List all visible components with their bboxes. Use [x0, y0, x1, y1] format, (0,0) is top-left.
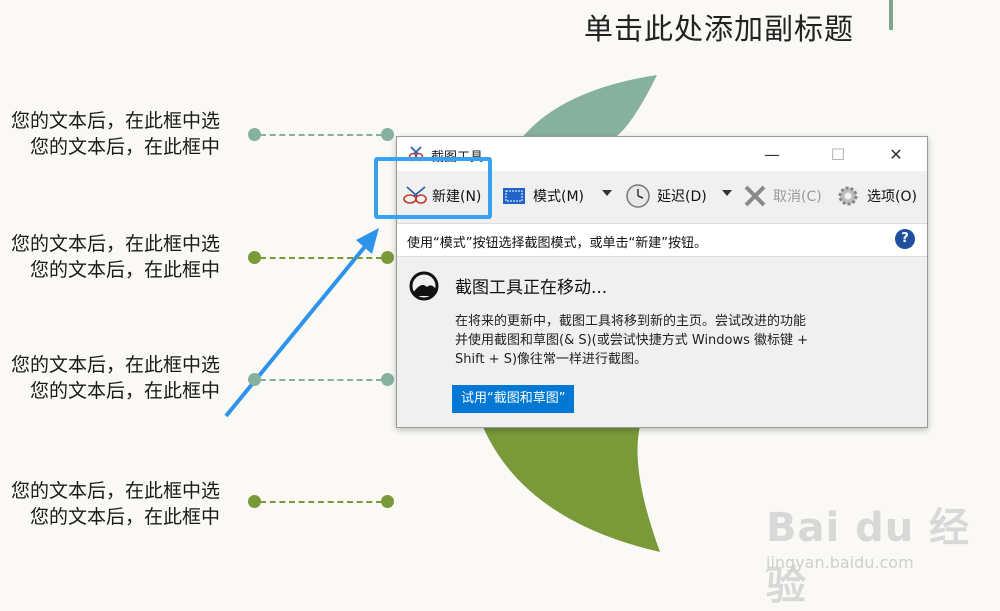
mode-button[interactable]: 模式(M)	[501, 177, 584, 215]
text-row-1-line2: 您的文本后，在此框中	[29, 136, 220, 158]
text-row-2-line2: 您的文本后，在此框中	[29, 259, 220, 281]
clock-icon	[626, 184, 650, 208]
connector-dot	[381, 373, 394, 386]
try-snip-sketch-button[interactable]: 试用“截图和草图”	[452, 385, 575, 413]
help-icon[interactable]: ?	[895, 229, 915, 249]
connector-line	[260, 501, 382, 503]
close-button[interactable]: ✕	[873, 137, 919, 171]
gear-icon	[838, 186, 858, 206]
mode-dropdown-arrow-icon[interactable]	[602, 190, 612, 196]
watermark-url: jingyan.baidu.com	[766, 553, 914, 572]
connector-line	[260, 257, 382, 259]
text-row-1[interactable]: 您的文本后，在此框中选 您的文本后，在此框中	[0, 108, 220, 160]
moving-desc-line3: Shift + S)像往常一样进行截图。	[455, 352, 648, 367]
text-row-2-line1: 您的文本后，在此框中选	[10, 233, 220, 255]
text-row-3-line2: 您的文本后，在此框中	[29, 380, 220, 402]
moving-description: 在将来的更新中，截图工具将移到新的主页。尝试改进的功能 并使用截图和草图(& S…	[455, 312, 885, 369]
delay-button[interactable]: 延迟(D)	[625, 177, 707, 215]
text-row-4-line2: 您的文本后，在此框中	[29, 506, 220, 528]
teal-leaf-shape	[520, 75, 657, 142]
options-label: 选项(O)	[867, 189, 917, 205]
options-button[interactable]: 选项(O)	[835, 177, 917, 215]
text-row-3-line1: 您的文本后，在此框中选	[10, 354, 220, 376]
connector-line	[260, 134, 382, 136]
rectangle-snip-icon	[503, 188, 525, 204]
olive-leaf-shape	[480, 420, 660, 552]
minimize-button[interactable]: —	[749, 137, 795, 171]
text-row-2[interactable]: 您的文本后，在此框中选 您的文本后，在此框中	[0, 231, 220, 283]
slide-subtitle[interactable]: 单击此处添加副标题	[584, 6, 854, 48]
title-accent-bar	[889, 0, 893, 30]
snip-sketch-icon	[409, 271, 439, 301]
info-text: 使用“模式”按钮选择截图模式，或单击“新建”按钮。	[407, 236, 707, 251]
moving-desc-line1: 在将来的更新中，截图工具将移到新的主页。尝试改进的功能	[455, 314, 807, 329]
moving-heading: 截图工具正在移动...	[455, 278, 608, 298]
cancel-button[interactable]: 取消(C)	[743, 177, 822, 215]
connector-dot	[381, 495, 394, 508]
cancel-label: 取消(C)	[773, 189, 822, 205]
text-row-4[interactable]: 您的文本后，在此框中选 您的文本后，在此框中	[0, 478, 220, 530]
connector-dot	[381, 128, 394, 141]
pointer-arrow-head	[356, 228, 379, 254]
moving-desc-line2: 并使用截图和草图(& S)(或尝试快捷方式 Windows 徽标键 +	[455, 333, 809, 348]
text-row-4-line1: 您的文本后，在此框中选	[10, 480, 220, 502]
delay-dropdown-arrow-icon[interactable]	[722, 190, 732, 196]
connector-dot	[381, 251, 394, 264]
cancel-x-icon	[744, 185, 766, 207]
maximize-button[interactable]: ☐	[815, 137, 861, 171]
new-button-highlight-box	[374, 157, 492, 219]
pointer-arrow-shaft	[224, 236, 374, 418]
connector-line	[260, 379, 382, 381]
delay-label: 延迟(D)	[657, 189, 707, 205]
baidu-watermark: Bai du 经验 jingyan.baidu.com	[766, 495, 1000, 611]
text-row-3[interactable]: 您的文本后，在此框中选 您的文本后，在此框中	[0, 352, 220, 404]
text-row-1-line1: 您的文本后，在此框中选	[10, 110, 220, 132]
info-bar: 使用“模式”按钮选择截图模式，或单击“新建”按钮。 ?	[397, 223, 927, 257]
mode-label: 模式(M)	[533, 189, 585, 205]
